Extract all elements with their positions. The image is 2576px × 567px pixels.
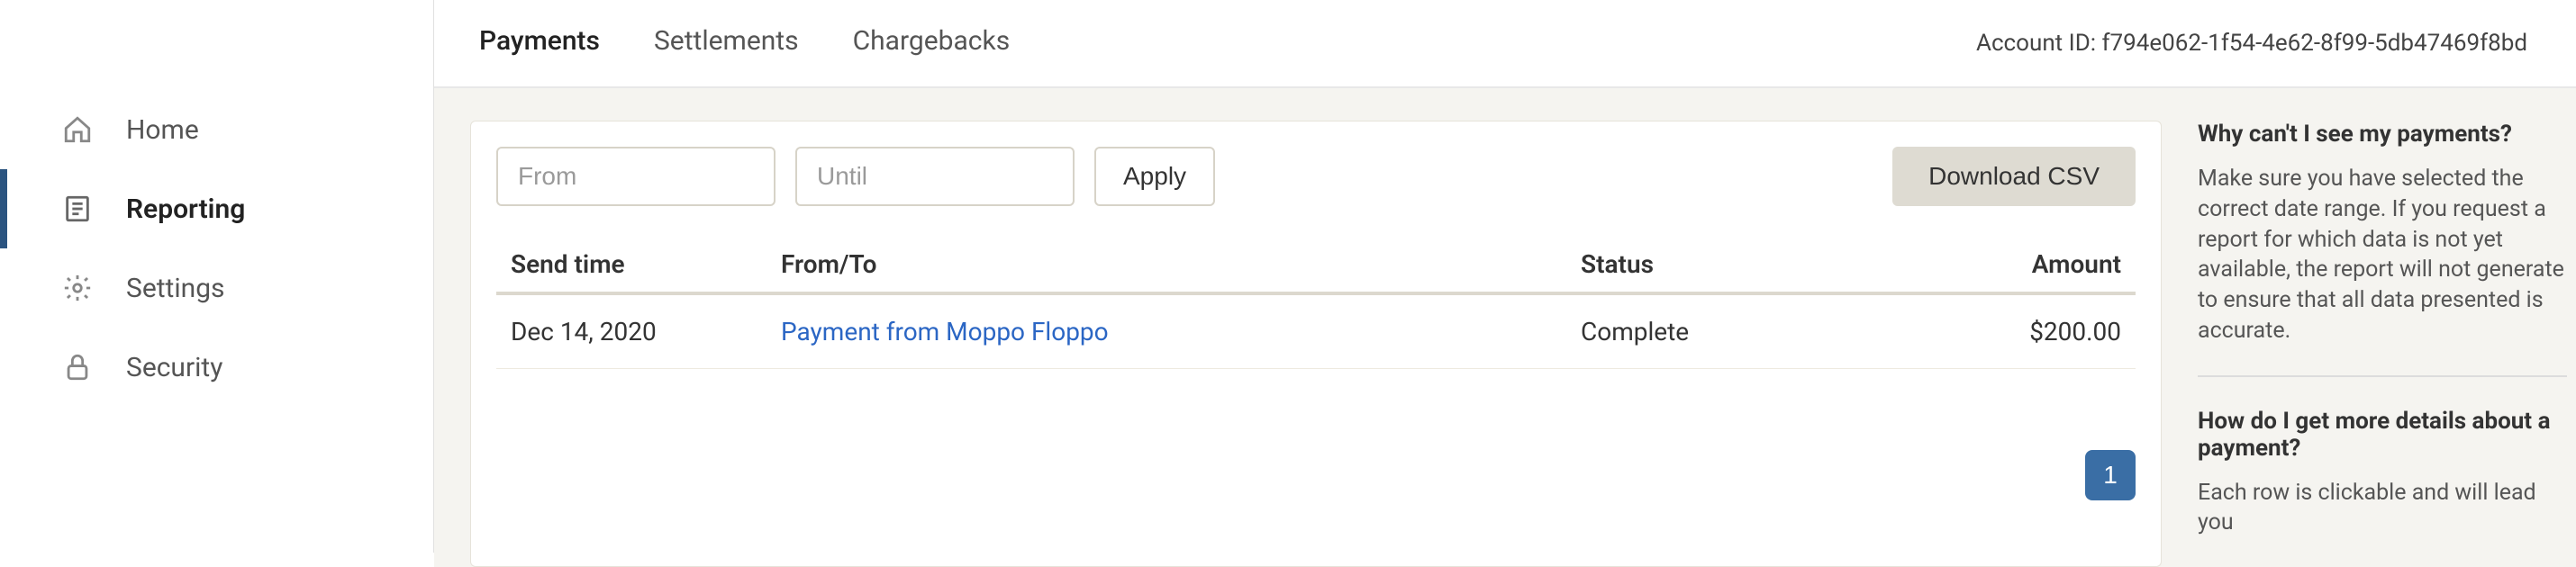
download-csv-button[interactable]: Download CSV bbox=[1892, 147, 2136, 206]
help-divider bbox=[2198, 375, 2567, 377]
sidebar-item-label: Settings bbox=[126, 273, 225, 304]
lock-icon bbox=[61, 351, 94, 383]
help-q1-title: Why can't I see my payments? bbox=[2198, 121, 2567, 148]
col-header-status: Status bbox=[1581, 249, 1941, 279]
sidebar-item-home[interactable]: Home bbox=[0, 90, 433, 169]
cell-amount: $200.00 bbox=[1941, 317, 2121, 346]
tab-label: Settlements bbox=[654, 25, 799, 57]
report-icon bbox=[61, 193, 94, 225]
cell-status: Complete bbox=[1581, 317, 1941, 346]
col-header-amount: Amount bbox=[1941, 249, 2121, 279]
tab-chargebacks[interactable]: Chargebacks bbox=[853, 13, 1011, 99]
cell-fromto-link[interactable]: Payment from Moppo Floppo bbox=[781, 317, 1581, 346]
main-area: Payments Settlements Chargebacks Account… bbox=[434, 0, 2576, 553]
tab-label: Chargebacks bbox=[853, 25, 1011, 57]
from-date-input[interactable] bbox=[496, 147, 776, 206]
apply-button[interactable]: Apply bbox=[1094, 147, 1215, 206]
filter-row: Apply Download CSV bbox=[496, 147, 2136, 206]
col-header-fromto: From/To bbox=[781, 249, 1581, 279]
tab-label: Payments bbox=[479, 25, 600, 57]
account-id: Account ID: f794e062-1f54-4e62-8f99-5db4… bbox=[1976, 30, 2531, 57]
tab-bar: Payments Settlements Chargebacks Account… bbox=[434, 0, 2576, 88]
sidebar-item-settings[interactable]: Settings bbox=[0, 248, 433, 328]
table-header-row: Send time From/To Status Amount bbox=[496, 237, 2136, 295]
content-row: Apply Download CSV Send time From/To Sta… bbox=[434, 88, 2576, 567]
sidebar-item-label: Security bbox=[126, 352, 222, 383]
cell-sendtime: Dec 14, 2020 bbox=[511, 317, 781, 346]
gear-icon bbox=[61, 272, 94, 304]
sidebar-item-label: Reporting bbox=[126, 194, 245, 225]
table-row[interactable]: Dec 14, 2020 Payment from Moppo Floppo C… bbox=[496, 295, 2136, 369]
help-q2-body: Each row is clickable and will lead you bbox=[2198, 478, 2567, 539]
col-header-sendtime: Send time bbox=[511, 249, 781, 279]
help-q2-title: How do I get more details about a paymen… bbox=[2198, 408, 2567, 462]
page-button-1[interactable]: 1 bbox=[2085, 450, 2136, 500]
tab-payments[interactable]: Payments bbox=[479, 13, 600, 99]
tab-settlements[interactable]: Settlements bbox=[654, 13, 799, 99]
help-sidebar: Why can't I see my payments? Make sure y… bbox=[2198, 121, 2576, 567]
sidebar-item-security[interactable]: Security bbox=[0, 328, 433, 407]
until-date-input[interactable] bbox=[795, 147, 1075, 206]
sidebar: Home Reporting Settings Security bbox=[0, 0, 434, 553]
payments-table: Send time From/To Status Amount Dec 14, … bbox=[496, 237, 2136, 369]
payments-panel: Apply Download CSV Send time From/To Sta… bbox=[470, 121, 2162, 567]
sidebar-item-label: Home bbox=[126, 114, 199, 146]
home-icon bbox=[61, 113, 94, 146]
sidebar-item-reporting[interactable]: Reporting bbox=[0, 169, 433, 248]
help-q1-body: Make sure you have selected the correct … bbox=[2198, 164, 2567, 346]
pagination: 1 bbox=[496, 450, 2136, 500]
